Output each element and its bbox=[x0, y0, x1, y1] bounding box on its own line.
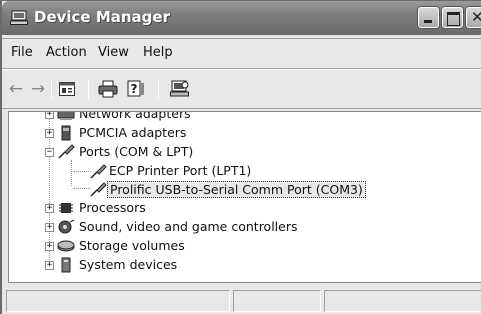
tree-item-ecp-printer-port[interactable]: ECP Printer Port (LPT1) bbox=[9, 162, 481, 180]
sound-icon bbox=[58, 219, 75, 234]
menu-bar: File Action View Help bbox=[2, 41, 481, 65]
tree-item-label: PCMCIA adapters bbox=[79, 125, 187, 140]
svg-text:?: ? bbox=[131, 82, 138, 96]
toolbar-separator bbox=[158, 79, 159, 99]
status-bar bbox=[2, 287, 481, 314]
tree-item-sound-video-game[interactable]: + Sound, video and game controllers bbox=[9, 218, 481, 236]
expand-toggle[interactable]: + bbox=[45, 204, 54, 213]
device-tree[interactable]: + Network adapters + PCMCIA adapters − P… bbox=[8, 111, 481, 283]
window-title: Device Manager bbox=[34, 8, 170, 26]
tree-item-label-selected: Prolific USB-to-Serial Comm Port (COM3) bbox=[107, 181, 366, 198]
menu-file[interactable]: File bbox=[11, 45, 33, 60]
status-cell bbox=[233, 290, 321, 312]
print-icon[interactable] bbox=[98, 79, 118, 99]
tree-item-processors[interactable]: + Processors bbox=[9, 199, 481, 217]
port-connector-icon bbox=[90, 182, 107, 197]
tree-item-label: Processors bbox=[79, 200, 146, 215]
port-connector-icon bbox=[90, 164, 107, 179]
tree-item-prolific-usb-serial[interactable]: Prolific USB-to-Serial Comm Port (COM3) bbox=[9, 180, 481, 198]
menu-view[interactable]: View bbox=[98, 45, 129, 60]
tree-item-ports[interactable]: − Ports (COM & LPT) bbox=[9, 143, 481, 161]
tree-item-label: Sound, video and game controllers bbox=[79, 219, 298, 234]
scan-hardware-icon[interactable] bbox=[170, 79, 190, 99]
system-devices-icon bbox=[61, 257, 71, 273]
port-connector-icon bbox=[58, 144, 75, 159]
expand-toggle[interactable]: + bbox=[45, 223, 54, 232]
expand-toggle[interactable]: + bbox=[45, 112, 54, 119]
collapse-toggle[interactable]: − bbox=[45, 148, 54, 157]
close-button[interactable] bbox=[466, 7, 481, 28]
divider bbox=[2, 38, 481, 39]
device-manager-computer-icon bbox=[10, 10, 28, 25]
forward-arrow-icon[interactable]: → bbox=[29, 79, 47, 99]
toolbar-separator bbox=[51, 79, 52, 99]
status-cell bbox=[6, 290, 230, 312]
back-arrow-icon[interactable]: ← bbox=[7, 79, 25, 99]
help-icon[interactable]: ? bbox=[126, 79, 146, 99]
toolbar: ← → ? bbox=[2, 73, 481, 105]
tree-item-label: Ports (COM & LPT) bbox=[79, 144, 194, 159]
network-adapter-icon bbox=[57, 112, 75, 120]
expand-toggle[interactable]: + bbox=[45, 261, 54, 270]
minimize-button[interactable] bbox=[418, 7, 439, 28]
pcmcia-icon bbox=[61, 125, 71, 141]
tree-item-system-devices[interactable]: + System devices bbox=[9, 256, 481, 274]
device-manager-window: Device Manager File Action View Help ← → bbox=[0, 0, 481, 314]
expand-toggle[interactable]: + bbox=[45, 242, 54, 251]
expand-toggle[interactable]: + bbox=[45, 129, 54, 138]
tree-item-pcmcia-adapters[interactable]: + PCMCIA adapters bbox=[9, 124, 481, 142]
divider bbox=[2, 108, 481, 109]
menu-action[interactable]: Action bbox=[46, 45, 87, 60]
tree-item-label: ECP Printer Port (LPT1) bbox=[109, 163, 252, 178]
properties-icon[interactable] bbox=[58, 79, 76, 99]
tree-item-label: Storage volumes bbox=[79, 238, 185, 253]
processor-icon bbox=[59, 203, 73, 213]
tree-item-label: Network adapters bbox=[79, 111, 191, 121]
divider bbox=[2, 69, 481, 70]
toolbar-separator bbox=[88, 79, 89, 99]
status-cell bbox=[324, 290, 481, 312]
storage-volume-icon bbox=[57, 240, 75, 252]
tree-item-network-adapters[interactable]: + Network adapters bbox=[9, 111, 481, 123]
maximize-button[interactable] bbox=[442, 7, 463, 28]
title-bar[interactable]: Device Manager bbox=[2, 1, 481, 35]
tree-item-storage-volumes[interactable]: + Storage volumes bbox=[9, 237, 481, 255]
tree-item-label: System devices bbox=[79, 257, 178, 272]
menu-help[interactable]: Help bbox=[143, 45, 173, 60]
